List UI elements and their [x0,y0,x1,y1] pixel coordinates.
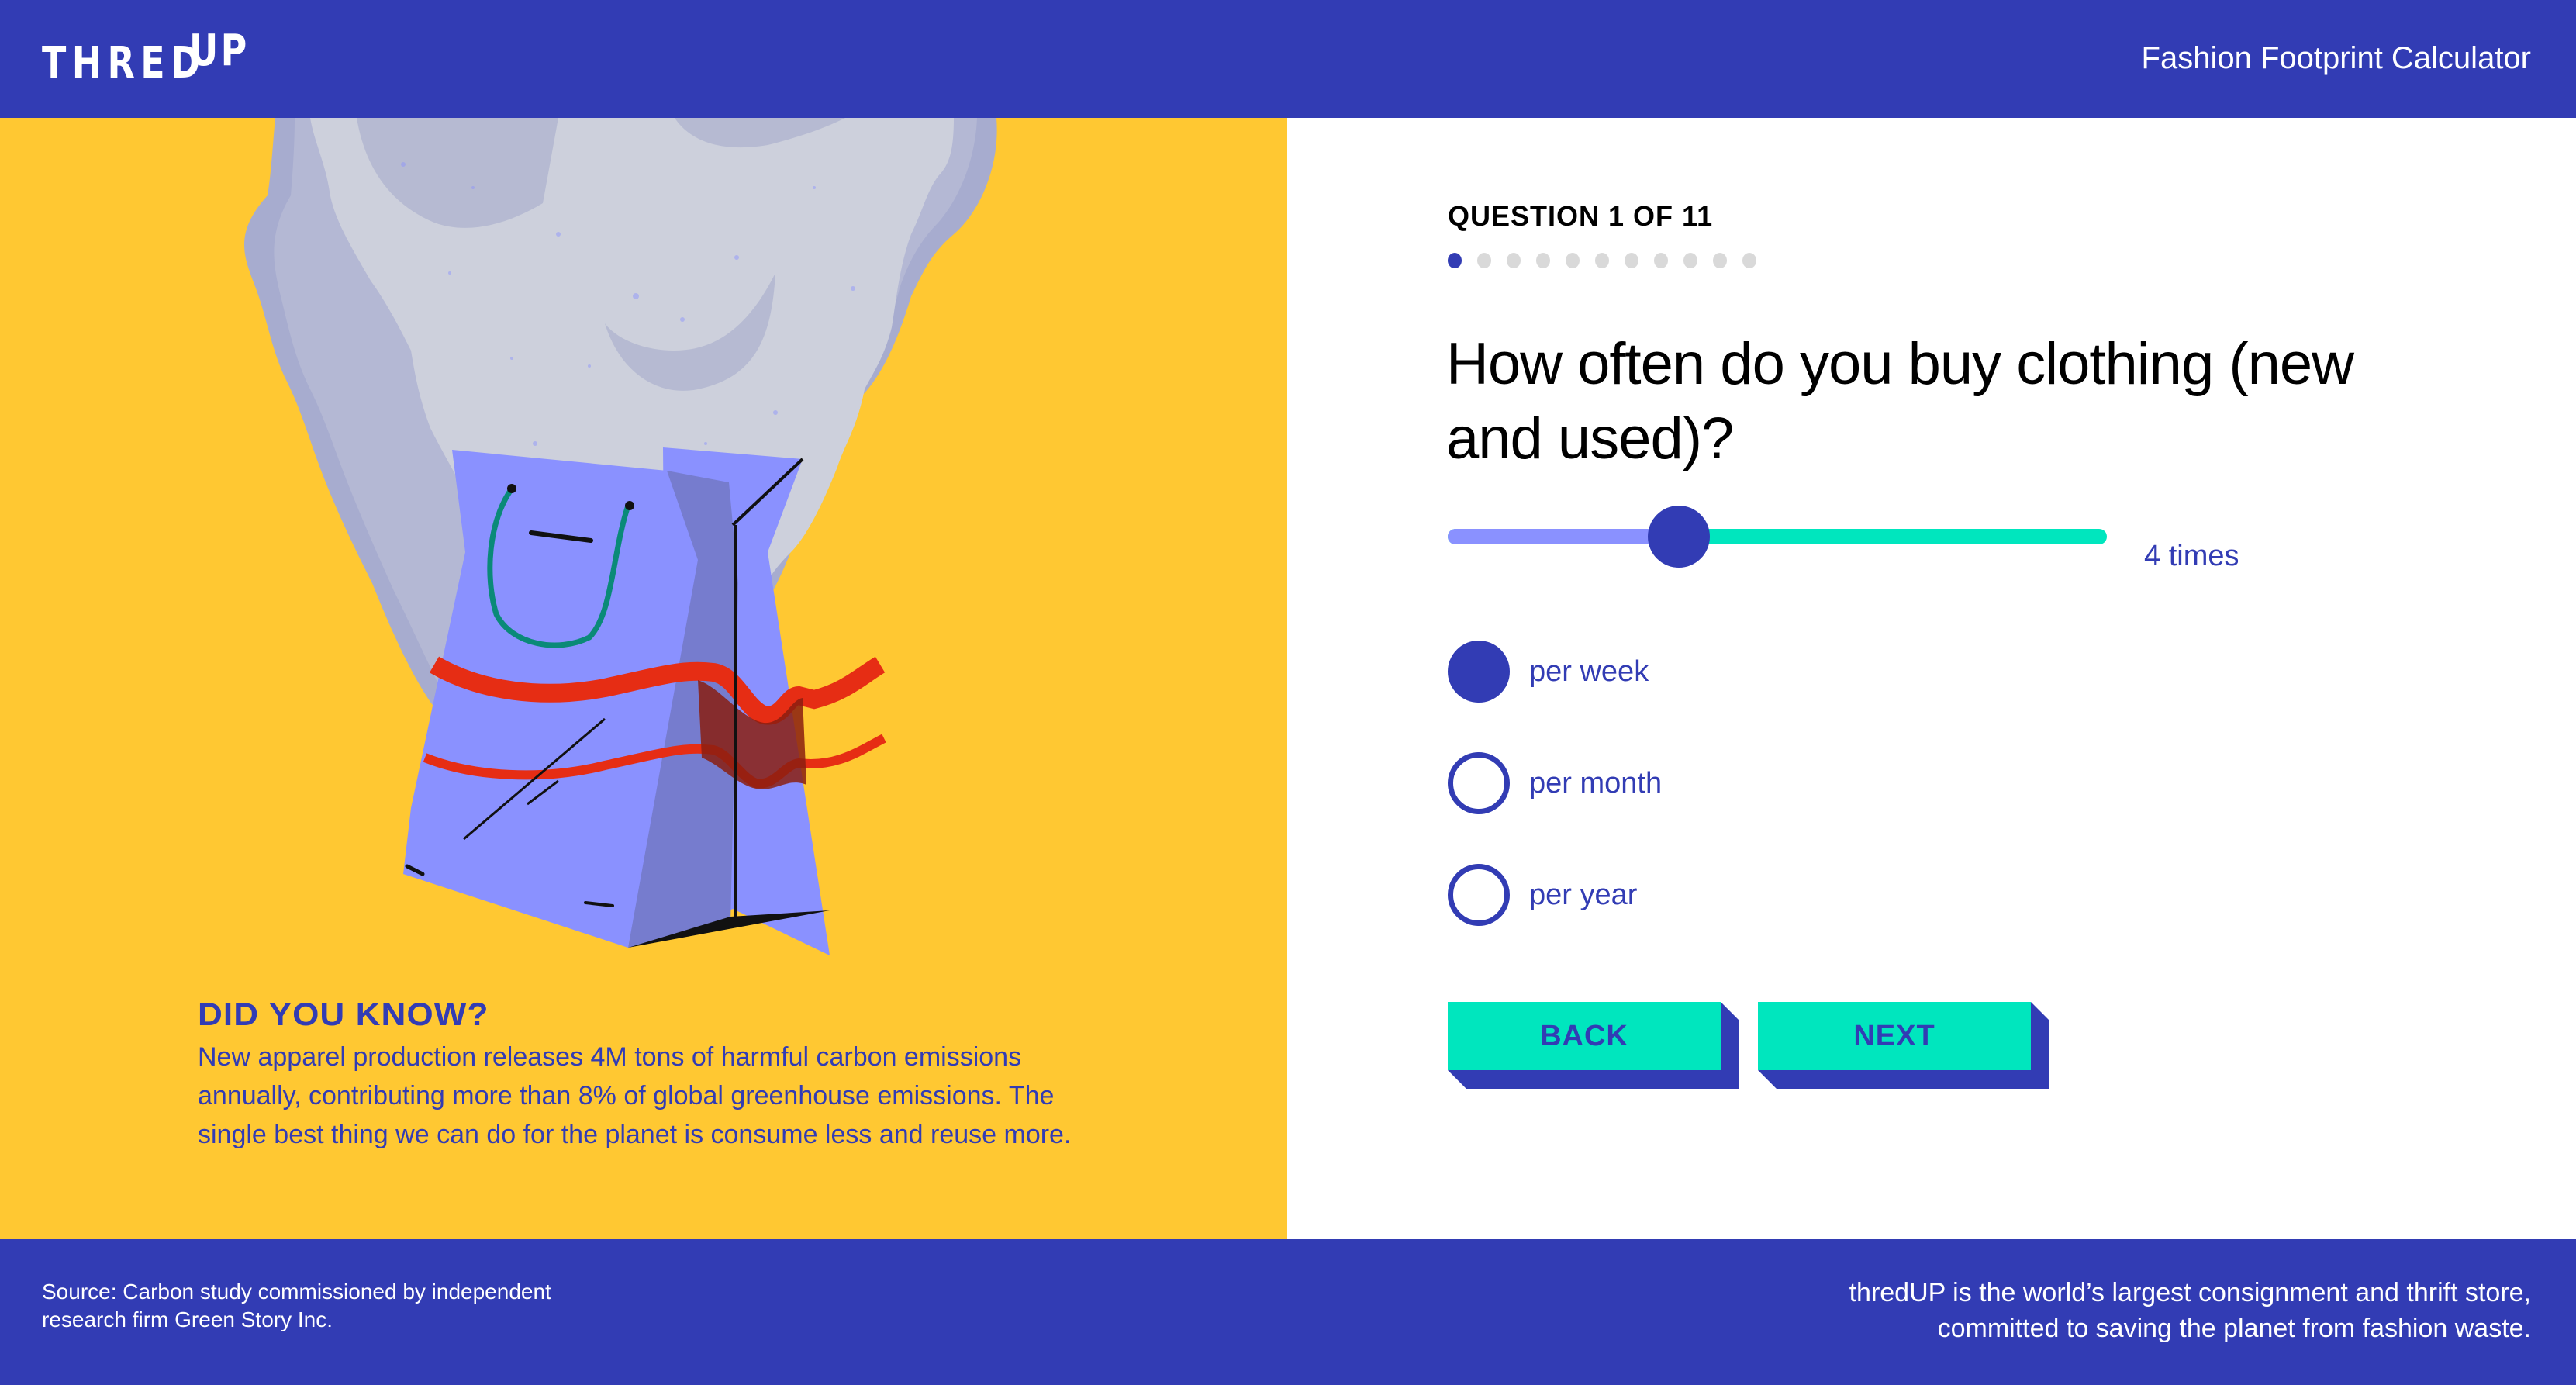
radio-button[interactable] [1448,641,1510,703]
question-counter: QUESTION 1 OF 11 [1448,200,1714,232]
radio-button[interactable] [1448,864,1510,926]
frequency-slider[interactable] [1448,506,2107,568]
frequency-options: per week per month per year [1448,641,1662,976]
logo-superscript: UP [189,26,250,76]
next-button[interactable]: NEXT [1758,1002,2031,1070]
question-title: How often do you buy clothing (new and u… [1446,331,2354,471]
option-label: per week [1529,655,1649,688]
option-label: per month [1529,767,1663,800]
top-header: THRED UP Fashion Footprint Calculator [0,0,2576,118]
progress-dot [1477,253,1491,268]
progress-dot [1595,253,1609,268]
progress-dot [1742,253,1756,268]
info-panel: DID YOU KNOW? New apparel production rel… [0,118,1287,1239]
footer-source-note: Source: Carbon study commissioned by ind… [42,1280,551,1331]
option-per-week[interactable]: per week [1448,641,1662,703]
footer-about-line-1: thredUP is the world’s largest consignme… [1849,1278,2531,1307]
progress-dot [1625,253,1638,268]
smoking-bag-illustration [244,118,997,955]
radio-button[interactable] [1448,752,1510,814]
option-per-year[interactable]: per year [1448,864,1662,926]
logo-wordmark: THRED [42,38,206,88]
did-you-know-body: New apparel production releases 4M tons … [198,1042,1072,1149]
option-label: per year [1529,879,1638,911]
progress-dot [1536,253,1550,268]
did-you-know-section: DID YOU KNOW? New apparel production rel… [198,993,1097,1154]
footer-about: thredUP is the world’s largest consignme… [1601,1275,2531,1346]
footer-about-line-2: committed to saving the planet from fash… [1937,1314,2531,1343]
progress-dot [1507,253,1521,268]
progress-dots [1448,253,1756,268]
option-per-month[interactable]: per month [1448,752,1662,814]
question-panel: QUESTION 1 OF 11 How often do you buy cl… [1287,118,2576,1239]
progress-dot [1654,253,1668,268]
progress-dot-active [1448,253,1462,268]
progress-dot [1683,253,1697,268]
slider-thumb[interactable] [1647,506,1710,568]
back-button[interactable]: BACK [1448,1002,1721,1070]
progress-dot [1713,253,1727,268]
did-you-know-title: DID YOU KNOW? [198,996,489,1032]
page-title: Fashion Footprint Calculator [2141,41,2531,75]
slider-value-label: 4 times [2144,540,2239,572]
footer: Source: Carbon study commissioned by ind… [0,1239,2576,1385]
slider-fill [1448,529,1679,544]
progress-dot [1566,253,1580,268]
